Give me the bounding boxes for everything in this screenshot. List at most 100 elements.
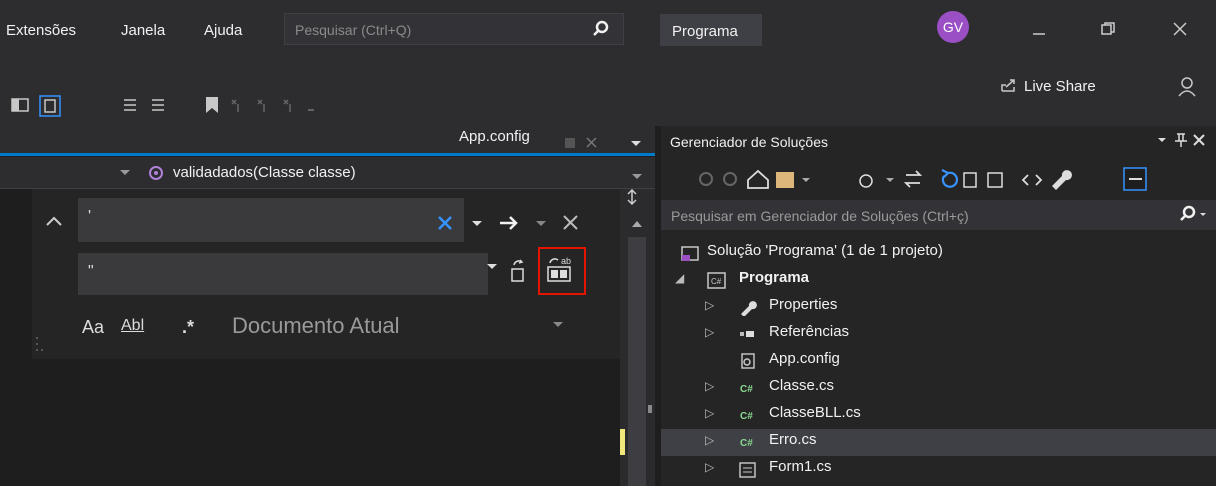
references-icon [740,331,754,337]
match-word-option[interactable]: Abl [121,317,144,335]
search-icon [593,20,609,36]
collapsed-arrow-icon[interactable]: ▷ [705,460,714,474]
pin-icon[interactable] [565,138,575,148]
tree-item-erro-cs[interactable]: ▷ C# Erro.cs [661,429,1216,456]
sync-icon[interactable] [903,170,923,188]
chevron-down-icon[interactable] [118,168,132,178]
tree-solution-row[interactable]: Solução 'Programa' (1 de 1 projeto) [661,240,1216,267]
replace-input[interactable]: " [88,263,94,281]
csharp-file-icon: C# [740,438,753,449]
svg-text:C#: C# [740,438,753,449]
share-icon [1001,79,1015,92]
find-field[interactable]: ' [78,198,464,242]
editor-tab-strip [0,126,655,156]
collapse-replace-icon[interactable] [44,214,64,228]
split-icon [627,189,637,206]
chevron-down-icon[interactable] [1158,138,1166,142]
restore-icon [1101,22,1115,35]
minimize-icon [1033,33,1045,35]
close-window-button[interactable] [1160,14,1200,44]
collapsed-arrow-icon[interactable]: ▷ [705,298,714,312]
svg-text:C#: C# [740,384,753,395]
menu-extensoes[interactable]: Extensões [6,22,76,39]
collapsed-arrow-icon[interactable]: ▷ [705,406,714,420]
live-share-label: Live Share [1024,78,1096,95]
quick-search-input[interactable] [293,19,587,41]
chevron-down-icon[interactable] [472,221,482,226]
collapsed-arrow-icon[interactable]: ▷ [705,379,714,393]
solution-search-box[interactable] [661,200,1216,230]
back-icon[interactable] [699,172,713,186]
find-input[interactable]: ' [88,208,91,226]
view-code-icon[interactable] [1021,174,1043,186]
regex-option[interactable]: .* [182,317,194,338]
chevron-down-icon[interactable] [886,178,894,182]
restore-button[interactable] [1088,14,1128,44]
close-panel-icon[interactable] [1193,134,1205,146]
replace-all-icon[interactable]: ab [544,254,580,288]
search-scope-dropdown[interactable]: Documento Atual [232,313,400,339]
csharp-file-icon: C# [740,411,753,422]
tree-item-classebll-cs[interactable]: ▷ C# ClasseBLL.cs [661,402,1216,429]
chevron-down-icon[interactable] [484,262,504,274]
editor-accent-line [0,153,655,156]
chevron-down-icon[interactable] [631,141,641,146]
collapsed-arrow-icon[interactable]: ▷ [705,325,714,339]
chevron-down-icon[interactable] [802,178,810,182]
chevron-down-icon[interactable] [551,320,565,330]
tree-item-label: Classe.cs [769,377,835,394]
tree-project-row[interactable]: ◢ C# Programa [661,267,1216,294]
form-icon [739,462,756,478]
solution-search-input[interactable] [669,205,1153,227]
chevron-down-icon[interactable] [632,174,642,179]
show-all-files-icon[interactable] [987,172,1003,188]
resize-grip-icon[interactable] [34,334,46,354]
toolbar-icon-group[interactable] [11,95,314,117]
pending-changes-icon[interactable] [859,174,873,188]
tree-item-referencias[interactable]: ▷ Referências [661,321,1216,348]
menu-ajuda[interactable]: Ajuda [204,22,242,39]
pin-icon[interactable] [1175,133,1187,147]
wrench-icon [741,301,757,316]
chevron-down-icon[interactable] [536,221,546,226]
replace-field[interactable]: " [78,253,488,295]
tree-item-app-config[interactable]: App.config [661,348,1216,375]
toolbar-icons [11,95,314,117]
expanded-arrow-icon[interactable]: ◢ [675,271,684,285]
menu-janela[interactable]: Janela [121,22,165,39]
find-next-icon[interactable] [500,216,518,230]
refresh-icon[interactable] [941,169,959,188]
tree-item-properties[interactable]: ▷ Properties [661,294,1216,321]
csharp-project-icon: C# [707,272,726,289]
match-case-option[interactable]: Aa [82,317,104,338]
avatar-initials: GV [942,19,964,35]
member-dropdown[interactable]: validadados(Classe classe) [173,164,356,181]
properties-wrench-icon[interactable] [1052,170,1072,190]
tab-app-config[interactable]: App.config [459,128,530,145]
tree-item-form1-cs[interactable]: ▷ Form1.cs [661,456,1216,486]
scroll-up-icon [632,221,642,227]
replace-next-icon[interactable] [508,257,532,285]
tab-close-icon[interactable] [586,137,597,148]
live-share-button[interactable]: Live Share [1000,77,1096,95]
svg-text:C#: C# [711,277,722,286]
solution-explorer-title: Gerenciador de Soluções [670,134,828,150]
collapsed-arrow-icon[interactable]: ▷ [705,433,714,447]
account-feedback-icon[interactable] [1176,76,1198,98]
csharp-file-icon: C# [740,384,753,395]
search-icon[interactable] [1179,205,1211,225]
project-label: Programa [739,269,810,286]
quick-search-box[interactable] [284,13,624,45]
collapse-all-icon[interactable] [963,172,977,188]
scroll-marker [648,405,652,413]
clear-search-icon[interactable] [438,216,452,230]
solution-folder-icon[interactable] [776,172,794,188]
home-icon[interactable] [747,169,769,189]
close-find-icon[interactable] [563,215,578,230]
solution-icon [681,246,699,261]
tree-item-classe-cs[interactable]: ▷ C# Classe.cs [661,375,1216,402]
avatar[interactable]: GV [937,11,969,43]
config-file-icon [741,353,755,369]
minimize-button[interactable] [1019,14,1059,44]
forward-icon[interactable] [723,172,737,186]
